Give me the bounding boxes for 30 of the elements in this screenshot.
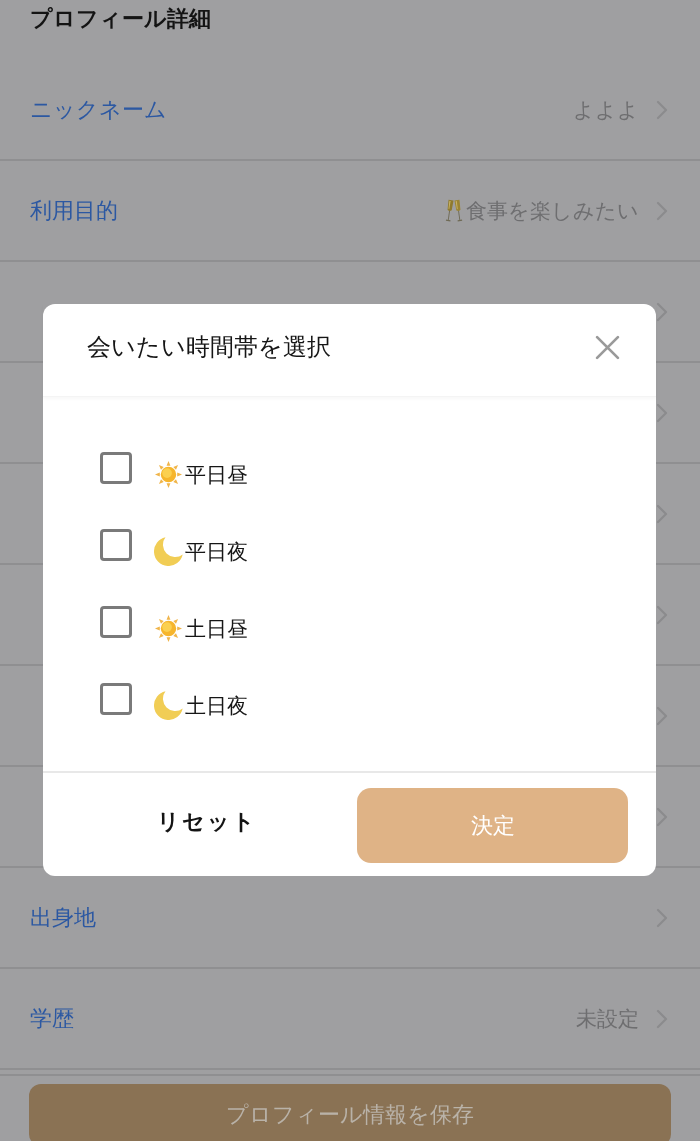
- field-label[interactable]: ニックネーム: [30, 94, 167, 125]
- checkbox[interactable]: [100, 606, 132, 638]
- reset-button[interactable]: リセット: [157, 807, 257, 837]
- sun-icon: [154, 614, 183, 643]
- champagne-glasses-icon: [445, 198, 463, 223]
- crescent-moon-icon: [154, 537, 183, 566]
- chevron-icon: [656, 402, 668, 423]
- option-label[interactable]: 平日昼: [185, 460, 248, 489]
- chevron-icon: [656, 604, 668, 625]
- page-title: プロフィール詳細: [30, 6, 211, 31]
- chevron-icon: [656, 705, 668, 726]
- chevron-icon: [656, 301, 668, 322]
- dialog-title: 会いたい時間帯を選択: [87, 332, 331, 363]
- checkbox[interactable]: [100, 529, 132, 561]
- checkbox[interactable]: [100, 683, 132, 715]
- option-label[interactable]: 土日夜: [185, 691, 248, 720]
- field-label[interactable]: 学歴: [30, 1003, 74, 1034]
- save-button[interactable]: プロフィール情報を保存: [29, 1084, 671, 1141]
- field-label[interactable]: 利用目的: [30, 195, 118, 226]
- chevron-icon: [656, 503, 668, 524]
- close-button[interactable]: [595, 334, 620, 360]
- close-icon: [595, 334, 620, 360]
- option-label[interactable]: 平日夜: [185, 537, 248, 566]
- confirm-button[interactable]: 決定: [357, 788, 628, 863]
- chevron-icon: [656, 806, 668, 827]
- crescent-moon-icon: [154, 691, 183, 720]
- field-label[interactable]: 出身地: [30, 902, 96, 933]
- checkbox[interactable]: [100, 452, 132, 484]
- sun-icon: [154, 460, 183, 489]
- option-label[interactable]: 土日昼: [185, 614, 248, 643]
